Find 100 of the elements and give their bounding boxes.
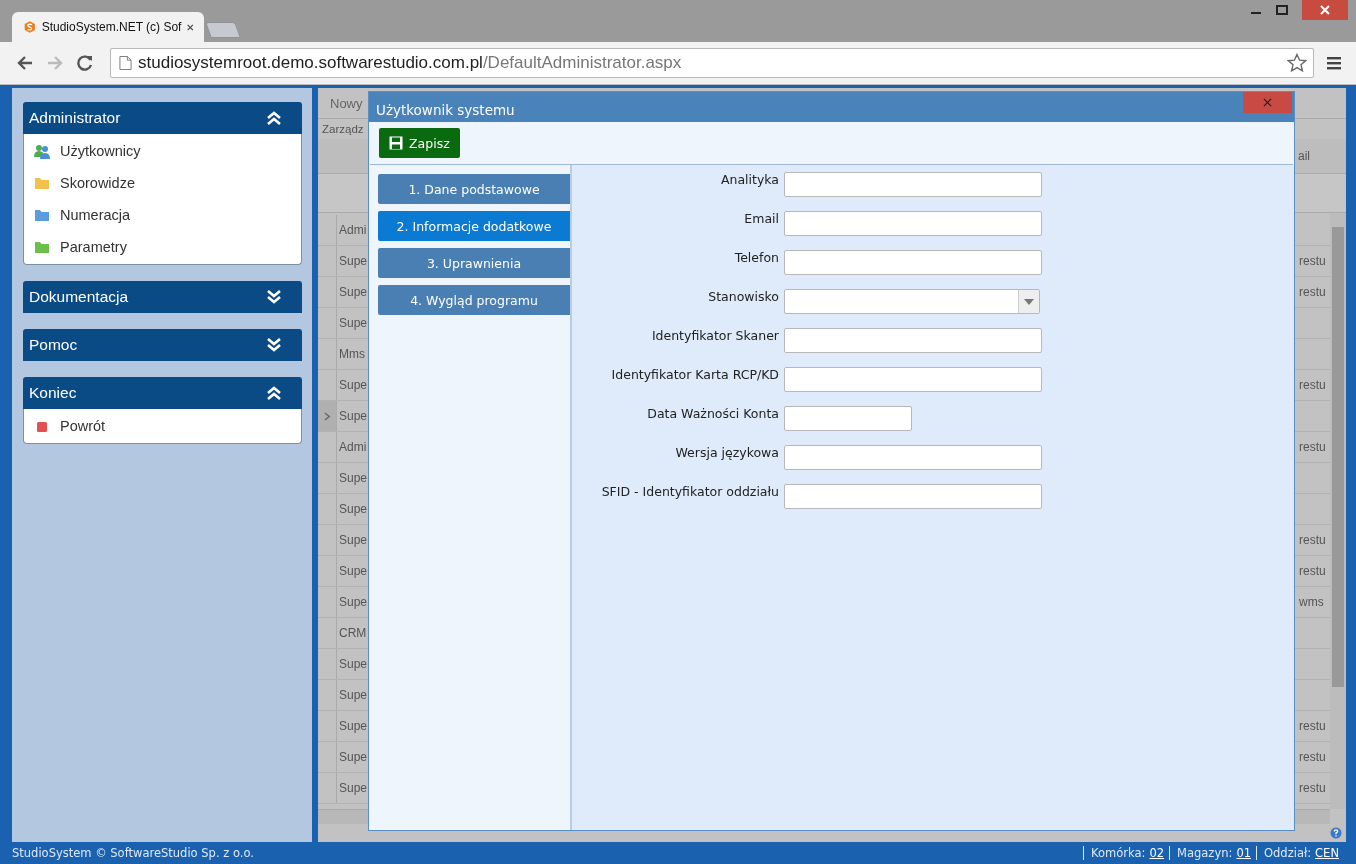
input-field[interactable] bbox=[784, 328, 1042, 353]
section-header[interactable]: Koniec bbox=[23, 377, 302, 409]
table-cell-text: wms bbox=[1298, 595, 1325, 609]
table-cell-text: restu bbox=[1298, 378, 1327, 392]
table-cell-text: CRM bbox=[338, 626, 368, 640]
field-label: Identyfikator Skaner bbox=[650, 328, 779, 343]
table-cell-text: restu bbox=[1298, 750, 1327, 764]
table-cell-text: Supe bbox=[338, 316, 369, 330]
input-field[interactable] bbox=[784, 445, 1042, 470]
field-label: Email bbox=[743, 211, 779, 226]
dialog-tab[interactable]: 3. Uprawnienia bbox=[378, 248, 570, 278]
table-cell-text: Supe bbox=[338, 409, 369, 423]
section-title: Pomoc bbox=[29, 336, 79, 354]
status-link[interactable]: 02 bbox=[1149, 846, 1165, 860]
close-icon bbox=[1319, 4, 1331, 16]
input-field[interactable] bbox=[784, 484, 1042, 509]
table-cell-text: Admi bbox=[338, 223, 368, 237]
table-cell-text: Supe bbox=[338, 533, 369, 547]
status-link[interactable]: 01 bbox=[1236, 846, 1251, 860]
field-label: Data Ważności Konta bbox=[646, 406, 779, 421]
input-field[interactable] bbox=[784, 211, 1042, 236]
field-label: Telefon bbox=[733, 250, 779, 265]
status-label: Magazyn: bbox=[1177, 846, 1233, 860]
url-host: studiosystemroot.demo.softwarestudio.com.pl bbox=[138, 53, 483, 73]
page-icon bbox=[119, 55, 132, 71]
table-cell-text: restu bbox=[1298, 254, 1327, 268]
table-cell-text: Supe bbox=[338, 502, 369, 516]
section-title: Administrator bbox=[29, 109, 122, 127]
table-cell-text: Supe bbox=[338, 564, 369, 578]
dialog-tab[interactable]: 2. Informacje dodatkowe bbox=[378, 211, 570, 241]
date-field[interactable] bbox=[784, 406, 912, 431]
close-window-button[interactable] bbox=[1302, 0, 1348, 20]
close-button[interactable] bbox=[1243, 92, 1292, 113]
status-label: Oddział: bbox=[1264, 846, 1312, 860]
close-icon[interactable] bbox=[187, 22, 194, 32]
table-cell-text: restu bbox=[1298, 440, 1327, 454]
dropdown-field[interactable] bbox=[784, 289, 1040, 314]
table-cell-text: Supe bbox=[338, 688, 369, 702]
table-cell-text: restu bbox=[1298, 719, 1327, 733]
collapse-icon bbox=[266, 385, 282, 401]
star-icon[interactable] bbox=[1287, 53, 1307, 73]
section-title: Dokumentacja bbox=[29, 288, 130, 306]
table-cell-text: Supe bbox=[338, 254, 369, 268]
table-cell-text: Supe bbox=[338, 781, 369, 795]
copyright-text: StudioSystem © SoftwareStudio Sp. z o.o. bbox=[12, 846, 255, 860]
current-row-icon bbox=[323, 411, 331, 421]
table-cell-text: restu bbox=[1298, 285, 1327, 299]
section-header[interactable]: Administrator bbox=[23, 102, 302, 134]
section-header[interactable]: Dokumentacja bbox=[23, 281, 302, 313]
dialog-tab[interactable]: 4. Wygląd programu bbox=[378, 285, 570, 315]
table-cell-text: Admi bbox=[338, 440, 368, 454]
url-path: /DefaultAdministrator.aspx bbox=[482, 53, 682, 73]
forward-icon[interactable] bbox=[46, 54, 64, 72]
table-cell-text: restu bbox=[1298, 533, 1327, 547]
table-cell-text: Supe bbox=[338, 595, 369, 609]
status-link[interactable]: CEN bbox=[1315, 846, 1339, 860]
table-cell-text: Supe bbox=[338, 471, 369, 485]
users-icon bbox=[34, 143, 50, 159]
column-header[interactable]: ail bbox=[1294, 149, 1330, 163]
grid-caption: Zarządz bbox=[322, 123, 364, 135]
table-cell-text: Supe bbox=[338, 285, 369, 299]
expand-icon bbox=[266, 337, 282, 353]
reload-icon[interactable] bbox=[76, 54, 94, 72]
section-header[interactable]: Pomoc bbox=[23, 329, 302, 361]
close-icon bbox=[1263, 98, 1272, 107]
table-cell-text: Supe bbox=[338, 657, 369, 671]
input-field[interactable] bbox=[784, 367, 1042, 392]
address-bar[interactable]: studiosystemroot.demo.softwarestudio.com.pl/DefaultAdministrator.aspx bbox=[110, 48, 1314, 78]
table-cell-text: Supe bbox=[338, 719, 369, 733]
logo-icon bbox=[24, 19, 36, 35]
browser-tab[interactable]: StudioSystem.NET (c) Sof bbox=[12, 12, 204, 42]
menu-item[interactable]: Skorowidze bbox=[24, 167, 301, 199]
help-icon[interactable] bbox=[1330, 827, 1342, 839]
input-field[interactable] bbox=[784, 250, 1042, 275]
field-label: Identyfikator Karta RCP/KD bbox=[610, 367, 779, 382]
field-label: Wersja językowa bbox=[674, 445, 779, 460]
table-cell-text: Mms bbox=[338, 347, 366, 361]
section-title: Koniec bbox=[29, 384, 78, 402]
save-button[interactable]: Zapisz bbox=[379, 128, 460, 158]
maximize-icon[interactable] bbox=[1276, 4, 1288, 16]
table-cell-text: restu bbox=[1298, 781, 1327, 795]
dialog-tab[interactable]: 1. Dane podstawowe bbox=[378, 174, 570, 204]
table-cell-text: restu bbox=[1298, 564, 1327, 578]
caret-icon bbox=[1024, 298, 1034, 305]
menu-icon[interactable] bbox=[1326, 55, 1342, 71]
new-tab-button[interactable] bbox=[205, 22, 241, 38]
field-label: SFID - Identyfikator oddziału bbox=[600, 484, 779, 499]
menu-item[interactable]: Numeracja bbox=[24, 199, 301, 231]
field-label: Stanowisko bbox=[707, 289, 779, 304]
vertical-scrollbar[interactable] bbox=[1330, 213, 1346, 809]
back-icon[interactable] bbox=[16, 54, 34, 72]
menu-item[interactable]: Użytkownicy bbox=[24, 135, 301, 167]
tab-title: StudioSystem.NET (c) Sof bbox=[41, 20, 182, 34]
menu-item[interactable]: Parametry bbox=[24, 231, 301, 263]
input-field[interactable] bbox=[784, 172, 1042, 197]
menu-item[interactable]: Powrót bbox=[24, 410, 301, 442]
field-label: Analityka bbox=[719, 172, 779, 187]
table-cell-text: Supe bbox=[338, 378, 369, 392]
table-cell-text: Supe bbox=[338, 750, 369, 764]
expand-icon bbox=[266, 289, 282, 305]
